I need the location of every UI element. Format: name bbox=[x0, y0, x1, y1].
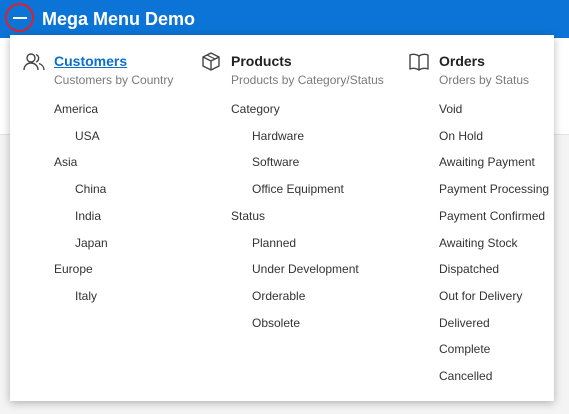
menu-item[interactable]: Complete bbox=[439, 342, 490, 356]
menu-item[interactable]: Asia bbox=[54, 155, 77, 169]
products-subtitle: Products by Category/Status bbox=[231, 73, 384, 87]
mega-menu-panel: Customers Customers by Country America US… bbox=[10, 35, 554, 401]
box-icon bbox=[202, 52, 220, 71]
menu-toggle-button[interactable] bbox=[5, 3, 34, 32]
menu-item[interactable]: Category bbox=[231, 102, 280, 116]
menu-item[interactable]: America bbox=[54, 102, 98, 116]
book-icon bbox=[409, 53, 429, 71]
menu-item[interactable]: Europe bbox=[54, 262, 93, 276]
menu-item[interactable]: India bbox=[75, 209, 101, 223]
menu-item[interactable]: Japan bbox=[75, 236, 108, 250]
orders-heading-link[interactable]: Orders bbox=[439, 53, 485, 69]
menu-item[interactable]: Payment Confirmed bbox=[439, 209, 545, 223]
menu-item[interactable]: Under Development bbox=[252, 262, 359, 276]
menu-item[interactable]: Dispatched bbox=[439, 262, 499, 276]
collapse-icon bbox=[12, 16, 27, 19]
menu-item[interactable]: Planned bbox=[252, 236, 296, 250]
menu-item[interactable]: On Hold bbox=[439, 129, 483, 143]
menu-item[interactable]: Awaiting Stock bbox=[439, 236, 518, 250]
menu-item[interactable]: China bbox=[75, 182, 106, 196]
customers-subtitle: Customers by Country bbox=[54, 73, 174, 87]
menu-item[interactable]: USA bbox=[75, 129, 100, 143]
menu-item[interactable]: Hardware bbox=[252, 129, 304, 143]
menu-item[interactable]: Awaiting Payment bbox=[439, 155, 535, 169]
products-heading-link[interactable]: Products bbox=[231, 53, 292, 69]
menu-item[interactable]: Payment Processing bbox=[439, 182, 549, 196]
people-icon bbox=[23, 53, 45, 71]
menu-item[interactable]: Orderable bbox=[252, 289, 305, 303]
app-title: Mega Menu Demo bbox=[42, 9, 196, 29]
menu-item[interactable]: Obsolete bbox=[252, 316, 300, 330]
orders-subtitle: Orders by Status bbox=[439, 73, 530, 87]
menu-item[interactable]: Cancelled bbox=[439, 369, 492, 383]
menu-item[interactable]: Out for Delivery bbox=[439, 289, 522, 303]
menu-item[interactable]: Software bbox=[252, 155, 299, 169]
app-header: Mega Menu Demo bbox=[0, 0, 569, 38]
menu-item[interactable]: Office Equipment bbox=[252, 182, 344, 196]
menu-item[interactable]: Italy bbox=[75, 289, 97, 303]
customers-heading-link[interactable]: Customers bbox=[54, 53, 127, 69]
menu-item[interactable]: Void bbox=[439, 102, 462, 116]
menu-item[interactable]: Delivered bbox=[439, 316, 490, 330]
menu-item[interactable]: Status bbox=[231, 209, 265, 223]
